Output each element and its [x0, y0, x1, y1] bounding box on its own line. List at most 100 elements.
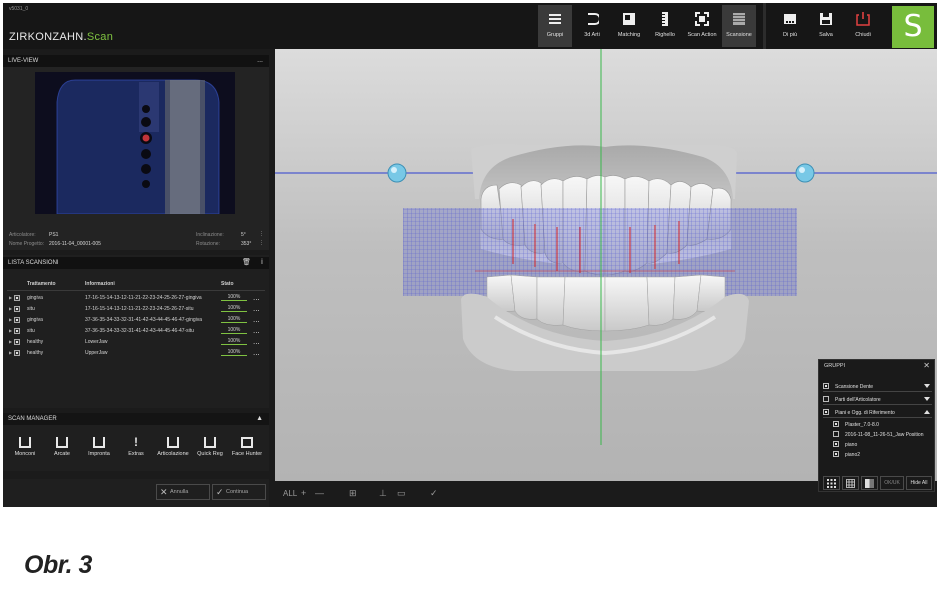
rotate-icon	[588, 13, 599, 25]
table-row[interactable]: ▶ healthy UpperJaw 100% ...	[3, 348, 269, 358]
scan-action-button[interactable]: Scan Action	[683, 5, 721, 47]
add-button[interactable]: +	[301, 488, 306, 498]
status-progress: 100%	[221, 338, 247, 345]
extras-button[interactable]: ! Extras	[119, 436, 153, 457]
version-label: v5031_0	[9, 6, 29, 12]
group-checkbox[interactable]	[823, 396, 829, 402]
scan-manager-header[interactable]: SCAN MANAGER ▲	[3, 413, 269, 425]
select-all-button[interactable]: ALL	[283, 489, 297, 498]
close-icon[interactable]: ✕	[923, 361, 930, 370]
expand-icon[interactable]: ▶	[9, 317, 12, 322]
table-row[interactable]: ▶ healthy LowerJaw 100% ...	[3, 337, 269, 347]
expand-icon[interactable]: ▶	[9, 339, 12, 344]
group-piani-riferimento[interactable]: Piani e Ogg. di Riferimento	[823, 407, 932, 418]
more-icon	[784, 14, 796, 24]
more-button[interactable]: Di più	[773, 5, 807, 47]
row-menu[interactable]: ...	[253, 337, 260, 346]
chevron-down-icon[interactable]	[924, 397, 930, 401]
scan-list-panel: LISTA SCANSIONI 🗑 ⅰ Trattamento Informaz…	[3, 255, 269, 408]
right-axis-handle[interactable]	[795, 163, 815, 183]
expand-icon[interactable]: ▶	[9, 328, 12, 333]
face-hunter-button[interactable]: Face Hunter	[230, 437, 264, 457]
item-checkbox[interactable]	[833, 441, 839, 447]
row-checkbox[interactable]	[14, 350, 20, 356]
arch-icon	[56, 437, 68, 448]
confirm-check-icon[interactable]: ✓	[430, 488, 438, 499]
group-parti-articolatore[interactable]: Parti dell'Articolatore	[823, 394, 932, 405]
articolazione-button[interactable]: Articolazione	[156, 437, 190, 457]
row-menu[interactable]: ...	[253, 326, 260, 335]
chevron-down-icon[interactable]	[924, 384, 930, 388]
expand-icon[interactable]: ▶	[9, 350, 12, 355]
info-icon[interactable]: ⅰ	[261, 257, 263, 269]
dots-grid-button[interactable]	[823, 476, 840, 490]
row-checkbox[interactable]	[14, 306, 20, 312]
ok-uk-button[interactable]: OK/UK	[880, 476, 904, 490]
rotation-value: 353°	[241, 241, 252, 247]
live-view-panel: LIVE-VIEW ... Articolatore: PS1 Nome Pro…	[3, 55, 269, 250]
scan-frame-icon	[695, 12, 709, 26]
close-button[interactable]: Chiudi	[846, 5, 880, 47]
status-progress: 100%	[221, 327, 247, 334]
quick-reg-button[interactable]: Quick Reg	[193, 437, 227, 457]
matching-icon	[623, 13, 635, 25]
table-row[interactable]: ▶ gingiva 37-36-35-34-33-32-31-41-42-43-…	[3, 315, 269, 325]
rotation-stepper[interactable]: ⋮	[259, 240, 264, 246]
transform-icon[interactable]: ⊥	[379, 488, 387, 499]
left-axis-handle[interactable]	[387, 163, 407, 183]
cancel-button[interactable]: ✕ Annulla	[156, 484, 210, 500]
collapse-icon[interactable]: ▲	[256, 413, 263, 425]
item-checkbox[interactable]	[833, 451, 839, 457]
row-checkbox[interactable]	[14, 339, 20, 345]
group-checkbox[interactable]	[823, 409, 829, 415]
scan-list-header: LISTA SCANSIONI 🗑 ⅰ	[3, 257, 269, 269]
impression-icon	[93, 437, 105, 448]
action-bar: ✕ Annulla ✓ Continua	[3, 479, 269, 507]
check-icon: ✓	[216, 487, 224, 497]
item-checkbox[interactable]	[833, 431, 839, 437]
group-scansione-dente[interactable]: Scansione Dente	[823, 381, 932, 392]
gruppi-button[interactable]: Gruppi	[538, 5, 572, 47]
brand-logo: ZIRKONZAHN.Scan	[9, 31, 114, 43]
trash-icon[interactable]: 🗑	[242, 257, 251, 269]
impronta-button[interactable]: Impronta	[82, 437, 116, 457]
close-icon: ✕	[160, 487, 168, 497]
articulation-icon	[167, 437, 179, 448]
table-row[interactable]: ▶ situ 17-16-15-14-13-12-11-21-22-23-24-…	[3, 304, 269, 314]
save-button[interactable]: Salva	[809, 5, 843, 47]
chevron-up-icon[interactable]	[924, 410, 930, 414]
hide-all-button[interactable]: Hide All	[906, 476, 932, 490]
scansione-button[interactable]: Scansione	[722, 5, 756, 47]
row-menu[interactable]: ...	[253, 315, 260, 324]
monconi-button[interactable]: Monconi	[8, 437, 42, 457]
dots-grid-icon	[827, 479, 836, 488]
continue-button[interactable]: ✓ Continua	[212, 484, 266, 500]
expand-icon[interactable]: ▶	[9, 295, 12, 300]
row-menu[interactable]: ...	[253, 304, 260, 313]
3d-arti-button[interactable]: 3d Arti	[575, 5, 609, 47]
frame-icon[interactable]: ▭	[397, 488, 406, 499]
row-menu[interactable]: ...	[253, 293, 260, 302]
arcate-button[interactable]: Arcate	[45, 437, 79, 457]
project-name-value: 2016-11-04_00001-005	[49, 241, 101, 247]
righello-button[interactable]: Righello	[648, 5, 682, 47]
expand-icon[interactable]: ▶	[9, 306, 12, 311]
figure-caption: Obr. 3	[24, 551, 92, 579]
matching-button[interactable]: Matching	[612, 5, 646, 47]
row-checkbox[interactable]	[14, 295, 20, 301]
item-checkbox[interactable]	[833, 421, 839, 427]
status-progress: 100%	[221, 349, 247, 356]
inclination-stepper[interactable]: ⋮	[259, 231, 264, 237]
row-menu[interactable]: ...	[253, 348, 260, 357]
live-view-menu[interactable]: ...	[257, 55, 263, 67]
row-checkbox[interactable]	[14, 317, 20, 323]
table-row[interactable]: ▶ gingiva 17-16-15-14-13-12-11-21-22-23-…	[3, 293, 269, 303]
remove-button[interactable]: —	[315, 488, 324, 498]
header-divider	[7, 290, 265, 291]
table-row[interactable]: ▶ situ 37-36-35-34-33-32-31-41-42-43-44-…	[3, 326, 269, 336]
row-checkbox[interactable]	[14, 328, 20, 334]
grid-button[interactable]	[842, 476, 859, 490]
group-checkbox[interactable]	[823, 383, 829, 389]
grid-select-icon[interactable]: ⊞	[349, 488, 357, 499]
texture-button[interactable]	[861, 476, 878, 490]
